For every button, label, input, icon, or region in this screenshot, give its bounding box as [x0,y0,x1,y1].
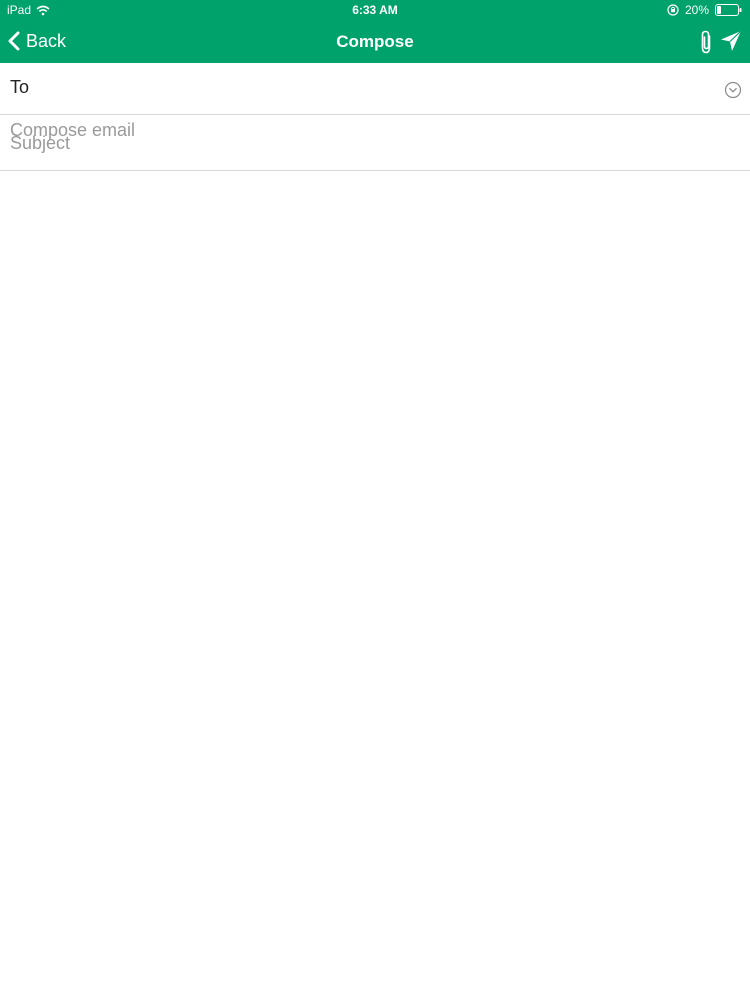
back-button[interactable]: Back [8,27,66,55]
send-icon[interactable] [720,30,742,52]
battery-percent: 20% [684,3,709,17]
status-right: 20% [667,0,742,20]
paperclip-icon[interactable] [696,29,716,55]
to-field-row: To [0,63,750,115]
back-button-label: Back [26,30,67,51]
status-time: 6:33 AM [352,3,398,17]
navigation-bar: Back Compose [0,20,750,63]
chevron-left-icon [8,31,20,51]
top-bar: iPad 6:33 AM 20% Back Compose [0,0,750,63]
compose-body-input[interactable] [10,120,740,920]
to-input[interactable] [40,73,714,107]
chevron-down-circle-icon[interactable] [724,81,742,99]
rotation-lock-icon [667,4,679,16]
page-title: Compose [336,32,414,51]
to-label: To [10,77,30,97]
battery-icon [715,4,742,16]
status-bar: iPad 6:33 AM 20% [0,0,750,20]
